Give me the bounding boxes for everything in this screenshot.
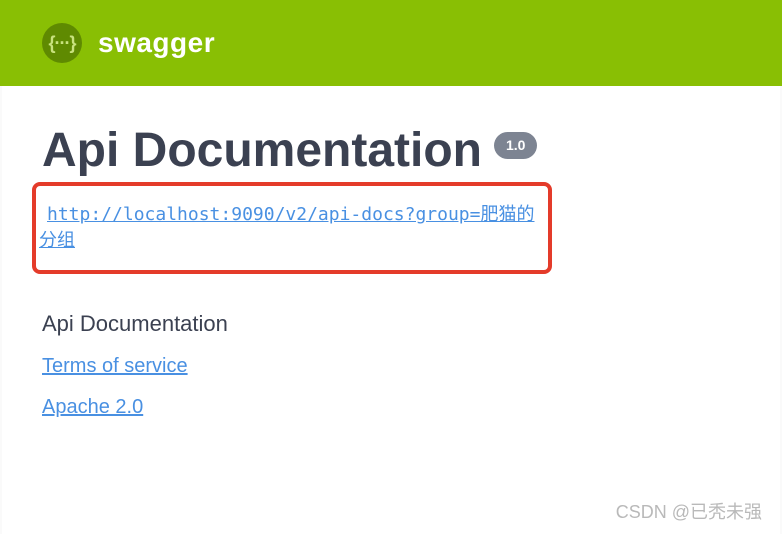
app-header: {···} swagger xyxy=(0,0,782,86)
swagger-logo-icon: {···} xyxy=(42,23,82,63)
logo-glyph: {···} xyxy=(49,33,76,54)
api-description: Api Documentation xyxy=(42,311,740,337)
content-area: Api Documentation 1.0 [ Base URL: localh… xyxy=(2,86,780,534)
license-link[interactable]: Apache 2.0 xyxy=(42,396,143,418)
api-docs-link[interactable]: http://localhost:9090/v2/api-docs?group=… xyxy=(39,204,534,251)
highlight-annotation: http://localhost:9090/v2/api-docs?group=… xyxy=(32,182,552,274)
brand-name: swagger xyxy=(98,27,215,59)
title-row: Api Documentation 1.0 xyxy=(42,126,740,176)
page-title: Api Documentation xyxy=(42,126,482,176)
terms-row: Terms of service xyxy=(42,355,740,378)
license-row: Apache 2.0 xyxy=(42,396,740,419)
watermark: CSDN @已秃未强 xyxy=(616,498,762,524)
terms-of-service-link[interactable]: Terms of service xyxy=(42,355,188,377)
version-badge: 1.0 xyxy=(494,132,537,159)
